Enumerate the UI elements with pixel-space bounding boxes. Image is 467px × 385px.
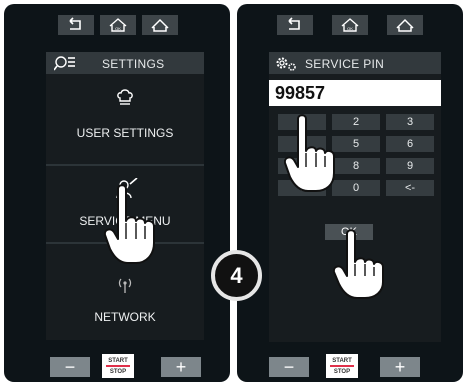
network-label: NETWORK bbox=[94, 310, 156, 324]
key-backspace[interactable]: <- bbox=[386, 180, 434, 196]
step-number-badge: 4 bbox=[211, 250, 262, 301]
service-pin-header: SERVICE PIN bbox=[269, 52, 441, 74]
home-icon bbox=[396, 18, 414, 32]
back-icon bbox=[69, 17, 81, 30]
stop-label: STOP bbox=[109, 369, 127, 375]
start-stop-divider bbox=[330, 365, 354, 367]
home-button[interactable] bbox=[142, 15, 178, 35]
start-stop-button[interactable]: START STOP bbox=[102, 354, 134, 378]
pointing-hand-icon bbox=[333, 229, 384, 299]
home-settings-button[interactable]: OK bbox=[100, 15, 136, 35]
svg-text:OK: OK bbox=[115, 26, 121, 31]
pointing-hand-icon bbox=[284, 114, 335, 192]
user-settings-label: USER SETTINGS bbox=[76, 126, 174, 140]
right-device-panel: OK SERVICE PIN 99857 1 2 3 4 5 6 7 8 9 .… bbox=[237, 4, 463, 382]
settings-header: SETTINGS bbox=[46, 52, 204, 74]
key-6[interactable]: 6 bbox=[386, 136, 434, 152]
minus-button[interactable]: − bbox=[50, 357, 90, 377]
stop-label: STOP bbox=[333, 369, 351, 375]
settings-title: SETTINGS bbox=[102, 57, 165, 71]
key-5[interactable]: 5 bbox=[332, 136, 380, 152]
key-3[interactable]: 3 bbox=[386, 114, 434, 130]
chef-hat-icon bbox=[117, 89, 133, 105]
menu-item-user-settings[interactable]: USER SETTINGS bbox=[46, 74, 204, 164]
key-2[interactable]: 2 bbox=[332, 114, 380, 130]
key-9[interactable]: 9 bbox=[386, 158, 434, 174]
plus-button[interactable]: + bbox=[380, 357, 420, 377]
back-icon bbox=[288, 17, 300, 30]
pin-input[interactable]: 99857 bbox=[269, 80, 441, 106]
back-button[interactable] bbox=[58, 15, 94, 35]
home-settings-icon: OK bbox=[109, 18, 127, 32]
service-pin-title: SERVICE PIN bbox=[305, 57, 385, 71]
gears-icon bbox=[276, 57, 296, 71]
antenna-icon bbox=[118, 278, 132, 293]
minus-button[interactable]: − bbox=[269, 357, 309, 377]
plus-button[interactable]: + bbox=[161, 357, 201, 377]
back-button[interactable] bbox=[277, 15, 313, 35]
home-icon bbox=[151, 18, 169, 32]
home-settings-icon: OK bbox=[341, 18, 359, 32]
key-0[interactable]: 0 bbox=[332, 180, 380, 196]
start-stop-button[interactable]: START STOP bbox=[326, 354, 358, 378]
key-8[interactable]: 8 bbox=[332, 158, 380, 174]
home-settings-button[interactable]: OK bbox=[332, 15, 368, 35]
svg-text:OK: OK bbox=[347, 26, 353, 31]
search-list-icon bbox=[54, 56, 75, 71]
pointing-hand-icon bbox=[104, 184, 155, 264]
start-label: START bbox=[332, 358, 352, 364]
start-label: START bbox=[108, 358, 128, 364]
home-button[interactable] bbox=[387, 15, 423, 35]
start-stop-divider bbox=[106, 365, 130, 367]
